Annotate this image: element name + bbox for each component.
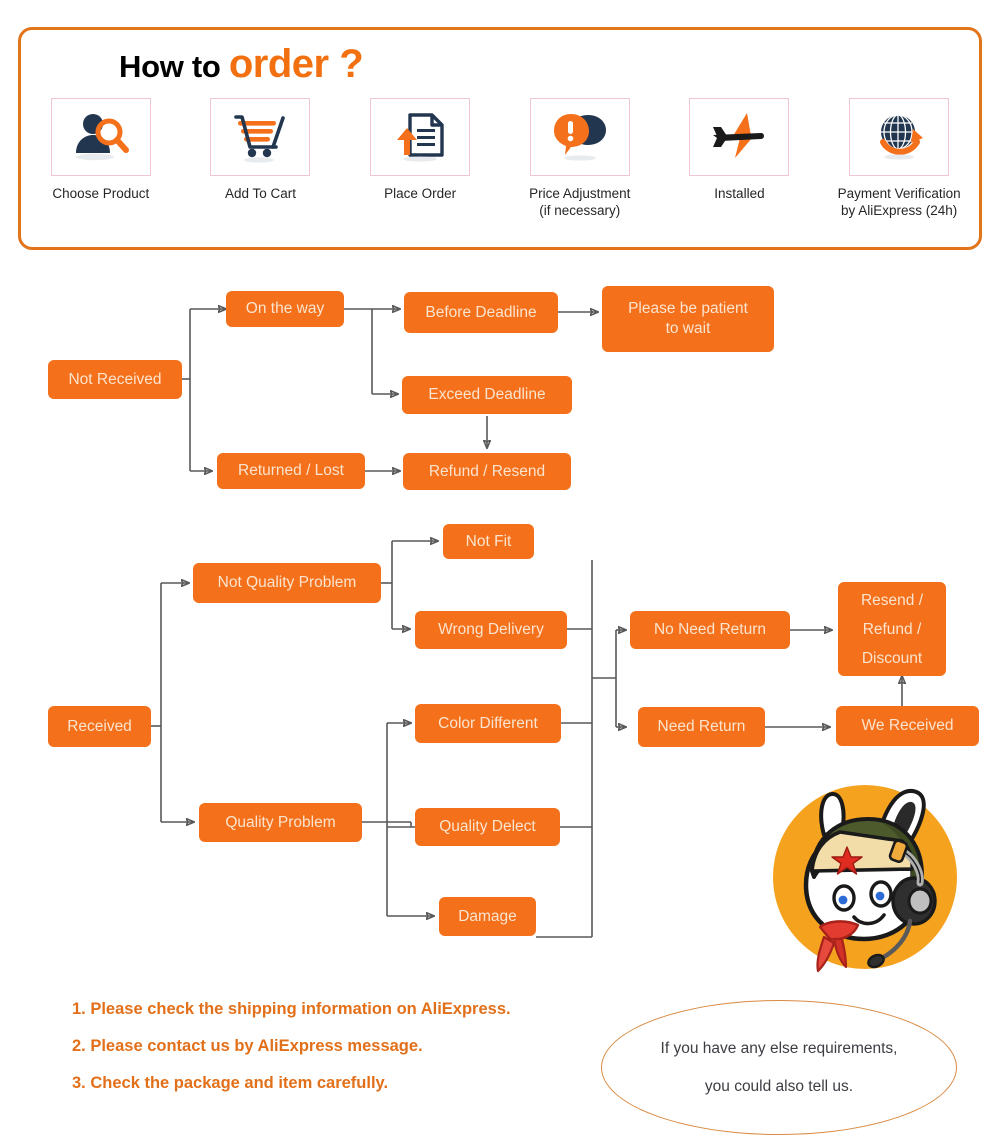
node-not-fit[interactable]: Not Fit [443, 524, 534, 559]
infographic-page: How to order ? Choose Product Add To Car… [0, 0, 1000, 1148]
step-icon-box [50, 98, 151, 176]
step-icon-box [529, 98, 630, 176]
person-search-icon [75, 114, 129, 161]
step-label: Place Order [384, 186, 457, 201]
node-color-different[interactable]: Color Different [415, 704, 561, 743]
order-steps-list: Choose Product Add To Cart Place Order P… [21, 98, 979, 219]
notes-list: 1. Please check the shipping information… [72, 1000, 632, 1111]
step-label: Installed [714, 186, 765, 201]
step-installed: Installed [663, 98, 815, 202]
how-to-order-panel: How to order ? Choose Product Add To Car… [18, 27, 982, 250]
callout-line-1: If you have any else requirements, [660, 1039, 898, 1057]
mi-bunny-support-mascot [762, 779, 972, 984]
node-no-need-return[interactable]: No Need Return [630, 611, 790, 649]
node-exceed-deadline[interactable]: Exceed Deadline [402, 376, 572, 414]
step-payment-verification: Payment Verification by AliExpress (24h) [823, 98, 975, 219]
requirements-callout: If you have any else requirements, you c… [601, 1000, 957, 1135]
node-not-received[interactable]: Not Received [48, 360, 182, 399]
node-returned-lost[interactable]: Returned / Lost [217, 453, 365, 489]
node-wrong-delivery[interactable]: Wrong Delivery [415, 611, 567, 649]
note-item: 1. Please check the shipping information… [72, 1000, 511, 1018]
page-title: How to order ? [119, 42, 364, 86]
page-title-black: How to [119, 49, 229, 84]
step-icon-box [210, 98, 311, 176]
airplane-icon [713, 113, 765, 158]
note-item: 3. Check the package and item carefully. [72, 1074, 389, 1092]
note-item: 2. Please contact us by AliExpress messa… [72, 1037, 423, 1055]
globe-arrow-icon [880, 114, 924, 160]
document-upload-icon [397, 113, 444, 162]
step-add-to-cart: Add To Cart [184, 98, 336, 202]
callout-line-2: you could also tell us. [704, 1077, 854, 1095]
node-resend-refund-discount[interactable]: Resend / Refund / Discount [838, 582, 946, 676]
node-on-the-way[interactable]: On the way [226, 291, 344, 327]
page-title-orange: order ? [228, 42, 364, 86]
node-refund-resend[interactable]: Refund / Resend [403, 453, 571, 490]
node-damage[interactable]: Damage [439, 897, 536, 936]
node-before-deadline[interactable]: Before Deadline [404, 292, 558, 333]
step-icon-box [849, 98, 950, 176]
step-price-adjustment: Price Adjustment (if necessary) [504, 98, 656, 219]
step-place-order: Place Order [344, 98, 496, 202]
shopping-cart-icon [234, 115, 286, 163]
node-not-quality-problem[interactable]: Not Quality Problem [193, 563, 381, 603]
step-label: Add To Cart [224, 186, 296, 201]
mascot-illustration [773, 785, 957, 973]
node-we-received[interactable]: We Received [836, 706, 979, 746]
node-need-return[interactable]: Need Return [638, 707, 765, 747]
speech-bubbles-alert-icon [553, 114, 606, 161]
node-quality-delect[interactable]: Quality Delect [415, 808, 560, 846]
callout-text: If you have any else requirements, you c… [601, 1000, 957, 1135]
step-icon-box [370, 98, 471, 176]
node-please-be-patient[interactable]: Please be patient to wait [602, 286, 774, 352]
node-received[interactable]: Received [48, 706, 151, 747]
step-label: Price Adjustment (if necessary) [529, 186, 631, 218]
step-icon-box [689, 98, 790, 176]
node-quality-problem[interactable]: Quality Problem [199, 803, 362, 842]
step-choose-product: Choose Product [25, 98, 177, 202]
step-label: Payment Verification by AliExpress (24h) [837, 186, 961, 218]
step-label: Choose Product [52, 186, 150, 201]
